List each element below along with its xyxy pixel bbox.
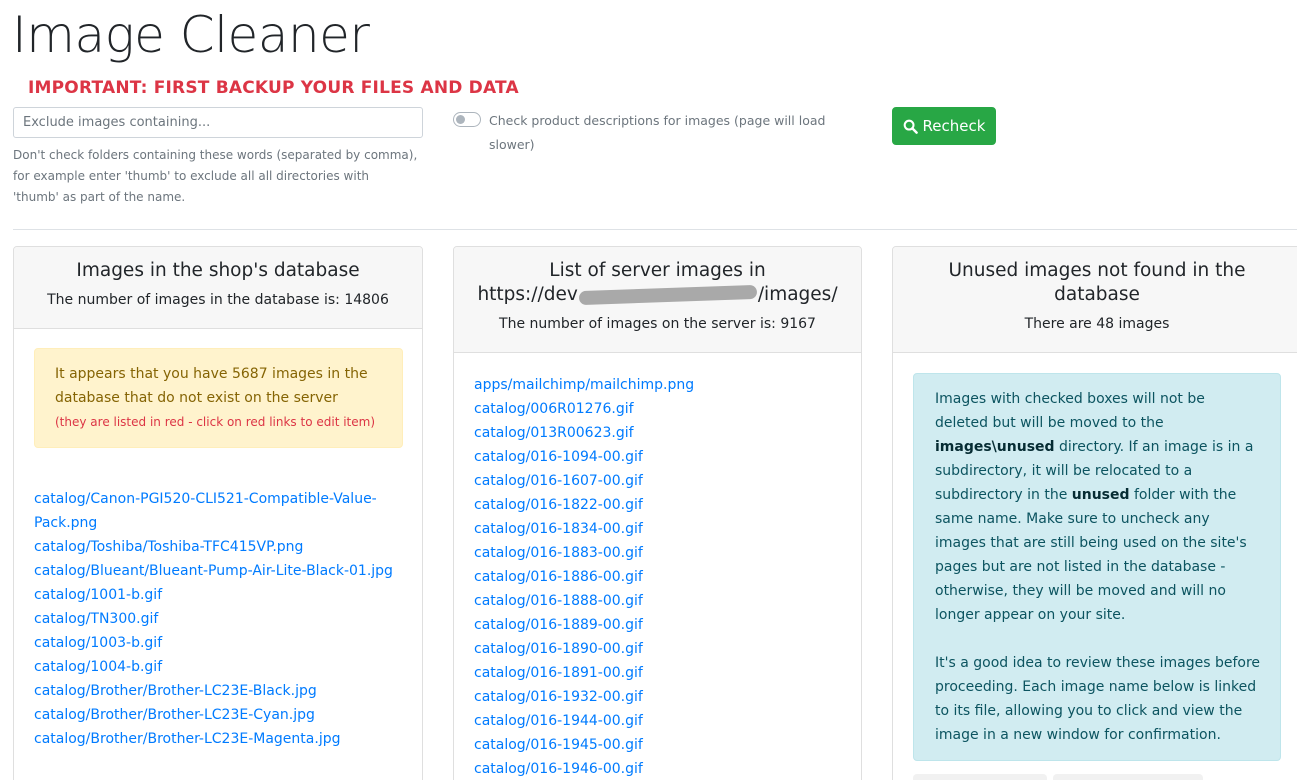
image-link[interactable]: catalog/016-1932-00.gif: [474, 685, 844, 709]
unused-card-header: Unused images not found in the database …: [893, 247, 1297, 353]
unused-card-title: Unused images not found in the database: [948, 260, 1246, 305]
image-link[interactable]: catalog/016-1944-00.gif: [474, 709, 844, 733]
unused-folder-name: unused: [1071, 487, 1130, 503]
image-link[interactable]: catalog/016-1946-00.gif: [474, 757, 844, 780]
unused-info-alert: Images with checked boxes will not be de…: [913, 373, 1281, 761]
recheck-button[interactable]: Recheck: [892, 107, 996, 145]
unused-dir-path: images\unused: [935, 439, 1055, 455]
image-link[interactable]: catalog/016-1888-00.gif: [474, 589, 844, 613]
check-descriptions-label[interactable]: Check product descriptions for images (p…: [489, 109, 834, 157]
image-link[interactable]: catalog/Canon-PGI520-CLI521-Compatible-V…: [34, 487, 404, 535]
toggle-knob: [456, 115, 465, 124]
image-link[interactable]: catalog/016-1834-00.gif: [474, 517, 844, 541]
server-card-title: List of server images in https://dev/ima…: [466, 259, 849, 307]
image-link[interactable]: apps/mailchimp/mailchimp.png: [474, 373, 844, 397]
image-link[interactable]: catalog/016-1883-00.gif: [474, 541, 844, 565]
unused-info-paragraph-2: It's a good idea to review these images …: [935, 655, 1261, 743]
image-link[interactable]: catalog/Blueant/Blueant-Pump-Air-Lite-Bl…: [34, 559, 404, 583]
image-link[interactable]: catalog/006R01276.gif: [474, 397, 844, 421]
server-url-prefix: https://dev: [477, 284, 578, 305]
image-link[interactable]: catalog/Brother/Brother-LC23E-Magenta.jp…: [34, 727, 404, 751]
server-url-suffix: /images/: [757, 284, 838, 305]
image-link[interactable]: catalog/Toshiba/Toshiba-TFC415VP.png: [34, 535, 404, 559]
divider: [13, 229, 1297, 230]
exclude-images-input[interactable]: [13, 107, 423, 138]
image-link[interactable]: catalog/016-1945-00.gif: [474, 733, 844, 757]
server-card-header: List of server images in https://dev/ima…: [454, 247, 861, 353]
image-link[interactable]: catalog/1001-b.gif: [34, 583, 404, 607]
backup-warning: IMPORTANT: FIRST BACKUP YOUR FILES AND D…: [28, 78, 519, 98]
image-link[interactable]: catalog/TN300.gif: [34, 607, 404, 631]
unused-action-button[interactable]: [1053, 774, 1203, 780]
page-title: Image Cleaner: [12, 6, 370, 64]
image-link[interactable]: catalog/016-1094-00.gif: [474, 445, 844, 469]
image-link[interactable]: catalog/1003-b.gif: [34, 631, 404, 655]
missing-images-alert-text: It appears that you have 5687 images in …: [55, 366, 368, 406]
image-link[interactable]: catalog/Brother/Brother-LC23E-Cyan.jpg: [34, 703, 404, 727]
server-images-card: List of server images in https://dev/ima…: [453, 246, 862, 780]
image-link[interactable]: catalog/016-1822-00.gif: [474, 493, 844, 517]
server-card-title-text: List of server images in: [549, 260, 766, 281]
database-card-title: Images in the shop's database: [76, 260, 360, 281]
image-link[interactable]: catalog/Brother/Brother-LC23E-Black.jpg: [34, 679, 404, 703]
database-images-card: Images in the shop's database The number…: [13, 246, 423, 780]
recheck-button-label: Recheck: [922, 117, 986, 135]
server-image-count: The number of images on the server is: 9…: [499, 316, 816, 332]
missing-images-alert: It appears that you have 5687 images in …: [34, 348, 403, 448]
image-link[interactable]: catalog/016-1886-00.gif: [474, 565, 844, 589]
redacted-domain: [578, 284, 758, 306]
image-link[interactable]: catalog/016-1891-00.gif: [474, 661, 844, 685]
database-image-count: The number of images in the database is:…: [47, 292, 389, 308]
image-link[interactable]: catalog/1004-b.gif: [34, 655, 404, 679]
image-link[interactable]: catalog/013R00623.gif: [474, 421, 844, 445]
server-image-list: apps/mailchimp/mailchimp.png catalog/006R…: [474, 373, 844, 780]
unused-image-count: There are 48 images: [1024, 316, 1170, 332]
search-icon: [903, 119, 918, 134]
unused-action-button[interactable]: [913, 774, 1047, 780]
exclude-help-text: Don't check folders containing these wor…: [13, 148, 418, 204]
info-text: Images with checked boxes will not be de…: [935, 391, 1205, 431]
image-link[interactable]: catalog/016-1607-00.gif: [474, 469, 844, 493]
check-descriptions-toggle[interactable]: [453, 112, 481, 127]
unused-images-card: Unused images not found in the database …: [892, 246, 1297, 780]
image-link[interactable]: catalog/016-1890-00.gif: [474, 637, 844, 661]
database-image-list: catalog/Canon-PGI520-CLI521-Compatible-V…: [34, 487, 404, 751]
info-text: folder with the same name. Make sure to …: [935, 487, 1247, 623]
database-card-header: Images in the shop's database The number…: [14, 247, 422, 329]
image-link[interactable]: catalog/016-1889-00.gif: [474, 613, 844, 637]
unused-info-paragraph-1: Images with checked boxes will not be de…: [935, 387, 1260, 627]
missing-images-alert-note: (they are listed in red - click on red l…: [55, 415, 376, 429]
